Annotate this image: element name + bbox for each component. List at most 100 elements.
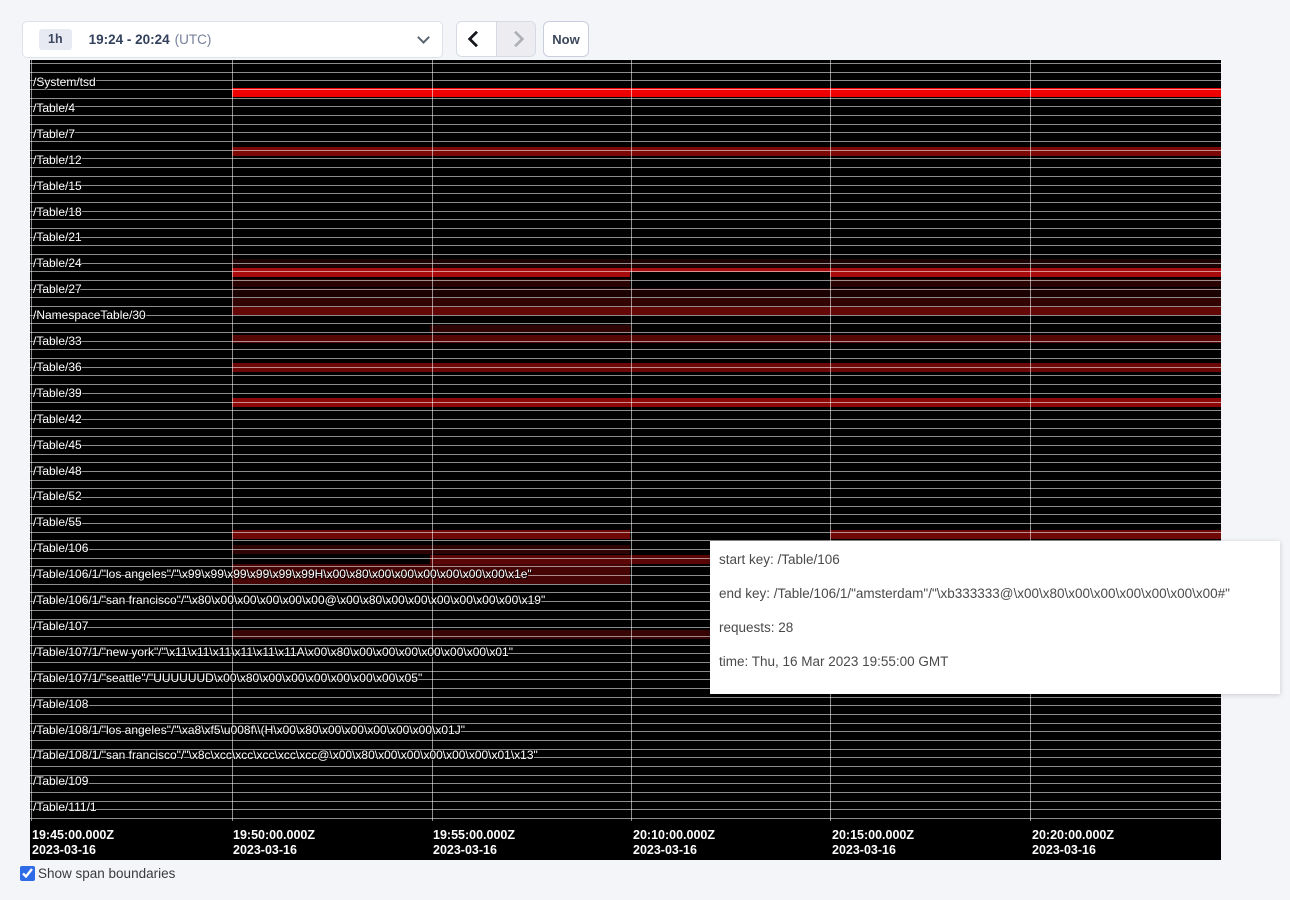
span-boundary-line (30, 193, 1221, 194)
span-boundary-line (30, 714, 1221, 715)
span-boundary-line (30, 514, 1221, 515)
span-boundary-line (30, 766, 1221, 767)
span-boundary-line (30, 141, 1221, 142)
span-boundary-line (30, 150, 1221, 151)
key-span-label: /Table/4 (33, 102, 75, 115)
key-span-label: /Table/107/1/"seattle"/"UUUUUUD\x00\x80\… (33, 672, 422, 685)
next-time-window-button[interactable] (497, 22, 536, 56)
show-span-boundaries-checkbox[interactable] (20, 866, 35, 881)
time-window-range-label: 19:24 - 20:24 (89, 32, 170, 47)
x-axis-date-label: 2023-03-16 (32, 843, 96, 858)
x-axis-time-label: 20:20:00.000Z (1032, 828, 1114, 843)
span-boundary-line (30, 115, 1221, 116)
chevron-down-icon (417, 31, 430, 44)
key-span-label: /Table/7 (33, 128, 75, 141)
span-boundary-line (30, 497, 1221, 498)
span-boundary-line (30, 124, 1221, 125)
key-span-label: /Table/18 (33, 206, 82, 219)
key-span-label: /Table/108/1/"san francisco"/"\x8c\xcc\x… (33, 749, 538, 762)
span-boundary-line (30, 402, 1221, 403)
time-gridline (432, 60, 433, 821)
span-boundary-line (30, 410, 1221, 411)
x-axis-date-label: 2023-03-16 (233, 843, 297, 858)
tooltip-line: end key: /Table/106/1/"amsterdam"/"\xb33… (719, 587, 1272, 601)
key-visualizer-page: { "toolbar": { "time_window_button": { "… (0, 0, 1290, 900)
key-span-label: /NamespaceTable/30 (33, 309, 146, 322)
time-window-zone-label: (UTC) (175, 32, 212, 47)
chevron-right-icon (507, 31, 524, 48)
span-boundary-line (30, 436, 1221, 437)
key-span-label: /Table/109 (33, 775, 88, 788)
key-span-label: /Table/106/1/"san francisco"/"\x80\x00\x… (33, 594, 545, 607)
heat-band[interactable] (232, 298, 1221, 306)
span-boundary-line (30, 98, 1221, 99)
heat-band[interactable] (232, 268, 630, 277)
heat-band[interactable] (430, 555, 711, 564)
span-boundary-line (30, 80, 1221, 81)
time-gridline (631, 60, 632, 821)
key-span-label: /Table/107 (33, 620, 88, 633)
key-span-label: /Table/108 (33, 698, 88, 711)
heat-band[interactable] (232, 147, 1221, 156)
span-boundary-line (30, 367, 1221, 368)
span-boundary-line (30, 228, 1221, 229)
key-span-label: /Table/52 (33, 490, 82, 503)
x-axis-date-label: 2023-03-16 (633, 843, 697, 858)
key-span-label: /System/tsd (33, 76, 96, 89)
span-boundary-line (30, 341, 1221, 342)
span-boundary-line (30, 792, 1221, 793)
time-window-nav-group (456, 21, 536, 57)
span-boundary-line (30, 280, 1221, 281)
key-visualizer-heatmap[interactable]: /System/tsd/Table/4/Table/7/Table/12/Tab… (30, 60, 1221, 860)
span-boundary-line (30, 809, 1221, 810)
key-span-label: /Table/24 (33, 257, 82, 270)
span-boundary-line (30, 254, 1221, 255)
span-boundary-line (30, 176, 1221, 177)
x-axis-time-label: 19:55:00.000Z (433, 828, 515, 843)
key-span-label: /Table/21 (33, 231, 82, 244)
key-span-label: /Table/45 (33, 439, 82, 452)
span-boundary-line (30, 740, 1221, 741)
span-boundary-line (30, 375, 1221, 376)
span-boundary-line (30, 72, 1221, 73)
span-boundary-line (30, 306, 1221, 307)
key-span-label: /Table/12 (33, 154, 82, 167)
key-span-label: /Table/33 (33, 335, 82, 348)
span-boundary-line (30, 158, 1221, 159)
key-span-label: /Table/27 (33, 283, 82, 296)
span-boundary-line (30, 818, 1221, 819)
span-boundary-line (30, 393, 1221, 394)
heat-band[interactable] (232, 335, 1221, 343)
heat-band[interactable] (830, 268, 1221, 277)
span-tooltip: start key: /Table/106 end key: /Table/106… (710, 541, 1280, 694)
show-span-boundaries-label: Show span boundaries (38, 866, 175, 881)
time-window-dropdown[interactable]: 1h 19:24 - 20:24 (UTC) (22, 21, 443, 58)
span-boundary-line (30, 471, 1221, 472)
x-axis-time-label: 19:50:00.000Z (233, 828, 315, 843)
tooltip-line: time: Thu, 16 Mar 2023 19:55:00 GMT (719, 655, 1272, 669)
span-boundary-line (30, 801, 1221, 802)
map-left-border (31, 60, 32, 821)
time-gridline (830, 60, 831, 821)
span-boundary-line (30, 454, 1221, 455)
x-axis-date-label: 2023-03-16 (1032, 843, 1096, 858)
now-button[interactable]: Now (543, 21, 589, 57)
span-boundary-line (30, 297, 1221, 298)
span-boundary-line (30, 358, 1221, 359)
tooltip-line: requests: 28 (719, 621, 1272, 635)
span-boundary-line (30, 705, 1221, 706)
span-boundary-line (30, 349, 1221, 350)
tooltip-line: start key: /Table/106 (719, 553, 1272, 567)
span-boundary-line (30, 89, 1221, 90)
prev-time-window-button[interactable] (457, 22, 497, 56)
span-boundary-line (30, 462, 1221, 463)
key-span-label: /Table/39 (33, 387, 82, 400)
span-boundary-line (30, 506, 1221, 507)
span-boundary-line (30, 445, 1221, 446)
x-axis-date-label: 2023-03-16 (433, 843, 497, 858)
key-span-label: /Table/55 (33, 516, 82, 529)
span-boundary-line (30, 315, 1221, 316)
span-boundary-line (30, 697, 1221, 698)
key-span-label: /Table/108/1/"los angeles"/"\xa8\xf5\u00… (33, 724, 465, 737)
span-boundary-line (30, 480, 1221, 481)
